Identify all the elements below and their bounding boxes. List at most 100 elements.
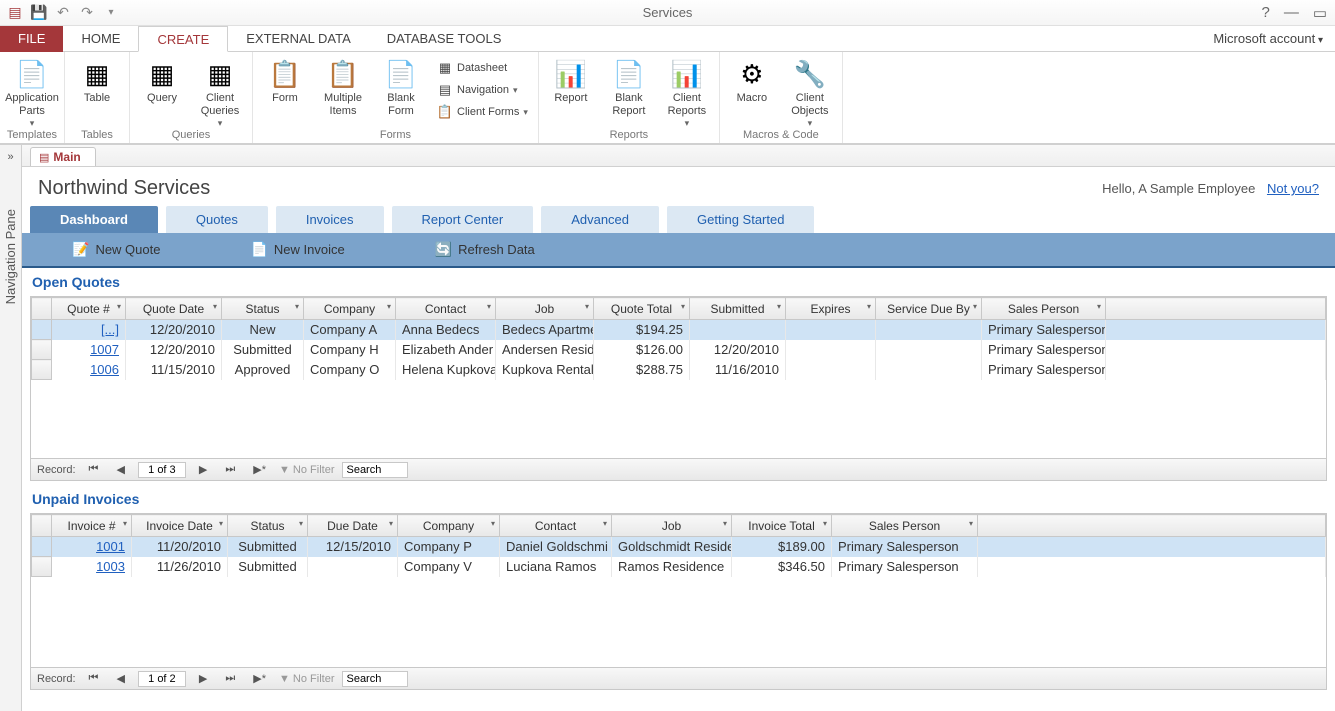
new-record-button[interactable]: ▶* — [248, 671, 271, 686]
qat-customize-icon[interactable]: ▾ — [102, 4, 120, 22]
tab-report-center[interactable]: Report Center — [392, 206, 534, 233]
tab-quotes[interactable]: Quotes — [166, 206, 268, 233]
sort-icon[interactable]: ▾ — [585, 302, 589, 311]
sort-icon[interactable]: ▾ — [777, 302, 781, 311]
undo-icon[interactable]: ↶ — [54, 4, 72, 22]
prev-record-button[interactable]: ◀ — [111, 462, 129, 477]
invoices-search-input[interactable] — [342, 671, 408, 687]
sort-icon[interactable]: ▾ — [603, 519, 607, 528]
first-record-button[interactable]: ⏮ — [84, 462, 104, 477]
sort-icon[interactable]: ▾ — [213, 302, 217, 311]
sort-icon[interactable]: ▾ — [681, 302, 685, 311]
multiple-items-button[interactable]: 📋Multiple Items — [317, 54, 369, 118]
last-record-button[interactable]: ⏭ — [220, 462, 240, 477]
sort-icon[interactable]: ▾ — [723, 519, 727, 528]
column-header[interactable]: Service Due By▾ — [876, 298, 982, 320]
column-header[interactable]: Quote Total▾ — [594, 298, 690, 320]
quote-link[interactable]: [...] — [52, 320, 126, 340]
new-quote-button[interactable]: 📝New Quote — [72, 241, 160, 258]
table-row[interactable]: 100712/20/2010SubmittedCompany HElizabet… — [32, 340, 1326, 360]
sort-icon[interactable]: ▾ — [387, 302, 391, 311]
column-header[interactable]: Job▾ — [496, 298, 594, 320]
navigation-button[interactable]: ▤Navigation — [433, 80, 532, 100]
table-button[interactable]: ▦ Table — [71, 54, 123, 105]
column-header[interactable]: Contact▾ — [500, 515, 612, 537]
client-reports-button[interactable]: 📊Client Reports — [661, 54, 713, 129]
last-record-button[interactable]: ⏭ — [220, 671, 240, 686]
column-header[interactable]: Sales Person▾ — [982, 298, 1106, 320]
column-header[interactable]: Company▾ — [398, 515, 500, 537]
first-record-button[interactable]: ⏮ — [84, 671, 104, 686]
sort-icon[interactable]: ▾ — [969, 519, 973, 528]
datasheet-button[interactable]: ▦Datasheet — [433, 58, 532, 78]
next-record-button[interactable]: ▶ — [194, 462, 212, 477]
sort-icon[interactable]: ▾ — [491, 519, 495, 528]
new-record-button[interactable]: ▶* — [248, 462, 271, 477]
quote-link[interactable]: 1007 — [52, 340, 126, 360]
refresh-data-button[interactable]: 🔄Refresh Data — [435, 241, 535, 258]
quotes-search-input[interactable] — [342, 462, 408, 478]
tab-database-tools[interactable]: DATABASE TOOLS — [369, 26, 520, 52]
help-icon[interactable]: ? — [1261, 4, 1269, 21]
column-header[interactable]: Quote #▾ — [52, 298, 126, 320]
client-forms-button[interactable]: 📋Client Forms — [433, 102, 532, 122]
table-row[interactable]: 100611/15/2010ApprovedCompany OHelena Ku… — [32, 360, 1326, 380]
query-button[interactable]: ▦ Query — [136, 54, 188, 105]
invoice-link[interactable]: 1001 — [52, 537, 132, 557]
column-header[interactable]: Invoice Total▾ — [732, 515, 832, 537]
prev-record-button[interactable]: ◀ — [111, 671, 129, 686]
application-parts-button[interactable]: 📄 Application Parts — [6, 54, 58, 129]
tab-external-data[interactable]: EXTERNAL DATA — [228, 26, 369, 52]
table-row[interactable]: 100111/20/2010Submitted12/15/2010Company… — [32, 537, 1326, 557]
restore-icon[interactable]: ▭ — [1313, 4, 1327, 22]
tab-home[interactable]: HOME — [63, 26, 138, 52]
tab-invoices[interactable]: Invoices — [276, 206, 384, 233]
tab-dashboard[interactable]: Dashboard — [30, 206, 158, 233]
macro-button[interactable]: ⚙Macro — [726, 54, 778, 105]
record-position-input[interactable] — [138, 671, 186, 687]
redo-icon[interactable]: ↷ — [78, 4, 96, 22]
column-header[interactable]: Contact▾ — [396, 298, 496, 320]
column-header[interactable]: Submitted▾ — [690, 298, 786, 320]
column-header[interactable]: Company▾ — [304, 298, 396, 320]
not-you-link[interactable]: Not you? — [1267, 181, 1319, 196]
tab-advanced[interactable]: Advanced — [541, 206, 659, 233]
sort-icon[interactable]: ▾ — [295, 302, 299, 311]
column-header[interactable]: Invoice #▾ — [52, 515, 132, 537]
invoice-link[interactable]: 1003 — [52, 557, 132, 577]
column-header[interactable]: Invoice Date▾ — [132, 515, 228, 537]
sort-icon[interactable]: ▾ — [973, 302, 977, 311]
expand-nav-icon[interactable]: » — [7, 145, 13, 169]
save-icon[interactable]: 💾 — [30, 4, 48, 22]
minimize-icon[interactable]: — — [1284, 4, 1299, 21]
client-objects-button[interactable]: 🔧Client Objects — [784, 54, 836, 129]
tab-getting-started[interactable]: Getting Started — [667, 206, 814, 233]
column-header[interactable]: Job▾ — [612, 515, 732, 537]
column-header[interactable]: Quote Date▾ — [126, 298, 222, 320]
tab-create[interactable]: CREATE — [138, 26, 228, 52]
sort-icon[interactable]: ▾ — [117, 302, 121, 311]
table-row[interactable]: [...]12/20/2010NewCompany AAnna BedecsBe… — [32, 320, 1326, 340]
quote-link[interactable]: 1006 — [52, 360, 126, 380]
sort-icon[interactable]: ▾ — [123, 519, 127, 528]
client-queries-button[interactable]: ▦ Client Queries — [194, 54, 246, 129]
navigation-pane-label[interactable]: Navigation Pane — [3, 169, 18, 344]
column-header[interactable]: Status▾ — [228, 515, 308, 537]
table-row[interactable]: 100311/26/2010SubmittedCompany VLuciana … — [32, 557, 1326, 577]
record-position-input[interactable] — [138, 462, 186, 478]
report-button[interactable]: 📊Report — [545, 54, 597, 105]
sort-icon[interactable]: ▾ — [823, 519, 827, 528]
sort-icon[interactable]: ▾ — [1097, 302, 1101, 311]
sort-icon[interactable]: ▾ — [867, 302, 871, 311]
sort-icon[interactable]: ▾ — [389, 519, 393, 528]
column-header[interactable]: Expires▾ — [786, 298, 876, 320]
column-header[interactable]: Sales Person▾ — [832, 515, 978, 537]
next-record-button[interactable]: ▶ — [194, 671, 212, 686]
sort-icon[interactable]: ▾ — [299, 519, 303, 528]
sort-icon[interactable]: ▾ — [219, 519, 223, 528]
column-header[interactable]: Due Date▾ — [308, 515, 398, 537]
new-invoice-button[interactable]: 📄New Invoice — [250, 241, 344, 258]
blank-form-button[interactable]: 📄Blank Form — [375, 54, 427, 118]
sort-icon[interactable]: ▾ — [487, 302, 491, 311]
account-link[interactable]: Microsoft account — [1213, 31, 1323, 46]
